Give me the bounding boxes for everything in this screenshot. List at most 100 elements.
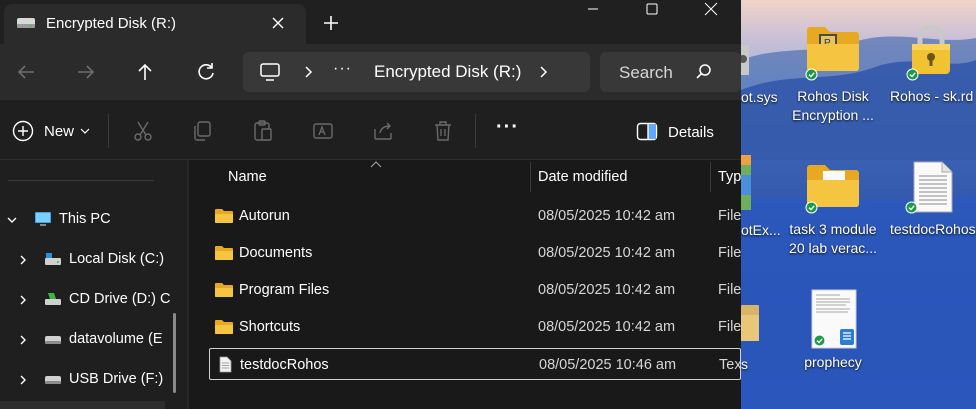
sidebar-item-label: This PC	[59, 211, 111, 227]
close-window-icon[interactable]	[688, 0, 734, 20]
desktop-icon-testdocrohos[interactable]: testdocRohos	[890, 158, 976, 238]
column-header-date[interactable]: Date modified	[531, 160, 709, 192]
new-tab-icon[interactable]	[318, 10, 344, 36]
chevron-right-icon[interactable]	[301, 64, 315, 80]
file-name: Documents	[239, 245, 313, 261]
column-header-name[interactable]: Name	[189, 160, 529, 192]
minimize-icon[interactable]	[570, 0, 616, 20]
cut-icon[interactable]	[131, 119, 155, 143]
delete-icon[interactable]	[431, 119, 455, 143]
desktop-icon-label: task 3 module	[789, 221, 877, 237]
desktop-icon-task3-module[interactable]: task 3 module 20 lab verac...	[783, 158, 883, 258]
folder-icon	[215, 320, 233, 334]
file-row-selected[interactable]: testdocRohos 08/05/2025 10:46 am Tex	[209, 348, 741, 380]
forward-arrow-icon[interactable]	[72, 58, 100, 86]
search-icon	[696, 64, 711, 79]
package-icon	[741, 155, 751, 210]
paste-icon[interactable]	[251, 119, 275, 143]
sync-status-icon	[805, 201, 818, 214]
breadcrumb-overflow[interactable]: ···	[333, 60, 352, 78]
nav-scrollbar[interactable]	[173, 313, 176, 393]
desktop-icon-label-partial[interactable]: otEx...	[741, 222, 781, 238]
sidebar-item-selected[interactable]	[0, 401, 165, 409]
file-row[interactable]: Documents 08/05/2025 10:42 am File	[209, 237, 741, 269]
column-header-type[interactable]: Typ	[711, 160, 741, 192]
toolbar-divider	[108, 114, 109, 148]
local-disk-icon	[45, 253, 61, 265]
search-box[interactable]: Search	[600, 52, 741, 92]
back-arrow-icon[interactable]	[12, 58, 40, 86]
desktop-icon-rohos-sk[interactable]: Rohos - sk.rd	[890, 20, 976, 110]
chevron-right-icon[interactable]	[18, 373, 28, 387]
sidebar-item-this-pc[interactable]: This PC	[0, 206, 170, 234]
settings-file-icon	[741, 45, 749, 75]
desktop-icon-label: testdocRohos	[890, 221, 976, 237]
text-document-icon	[219, 356, 232, 373]
command-bar: New ··· Details	[0, 100, 741, 160]
folder-icon	[215, 283, 233, 297]
file-type: File	[718, 282, 741, 298]
desktop-icon-prophecy[interactable]: prophecy	[783, 288, 883, 376]
copy-icon[interactable]	[190, 119, 214, 143]
desktop-icon-label-partial[interactable]: s	[741, 356, 748, 372]
plus-circle-icon	[12, 120, 34, 142]
file-row[interactable]: Program Files 08/05/2025 10:42 am File	[209, 274, 741, 306]
desktop-icon-label: Rohos Disk	[797, 88, 869, 104]
close-tab-icon[interactable]	[266, 11, 290, 35]
cd-drive-icon	[45, 293, 61, 305]
breadcrumb-current[interactable]: Encrypted Disk (R:)	[374, 62, 521, 82]
maximize-icon[interactable]	[629, 0, 675, 20]
file-date: 08/05/2025 10:46 am	[539, 357, 677, 373]
sidebar-item-usb-drive[interactable]: USB Drive (F:)	[0, 366, 170, 394]
file-date: 08/05/2025 10:42 am	[538, 245, 676, 261]
details-pane-button[interactable]: Details	[636, 120, 726, 144]
folder-icon	[215, 209, 233, 223]
chevron-right-icon[interactable]	[18, 253, 28, 267]
desktop: ot.sys otEx... s P Rohos Disk Encryption…	[741, 0, 976, 409]
this-pc-icon	[35, 212, 51, 226]
desktop-icon-label: Encryption ...	[792, 107, 874, 123]
file-type: Tex	[719, 357, 741, 373]
file-row[interactable]: Shortcuts 08/05/2025 10:42 am File	[209, 311, 741, 343]
more-options-button[interactable]: ···	[496, 116, 519, 139]
file-date: 08/05/2025 10:42 am	[538, 319, 676, 335]
tab-title: Encrypted Disk (R:)	[46, 15, 177, 32]
sidebar-item-cd-drive[interactable]: CD Drive (D:) C	[0, 286, 171, 314]
file-type: File	[718, 208, 741, 224]
rename-icon[interactable]	[311, 119, 335, 143]
desktop-icon-rohos-disk[interactable]: P Rohos Disk Encryption ...	[783, 20, 883, 130]
toolbar-divider	[475, 114, 476, 148]
address-bar[interactable]: ··· Encrypted Disk (R:)	[243, 52, 590, 92]
details-pane-icon	[636, 122, 658, 141]
share-icon[interactable]	[371, 119, 395, 143]
file-row[interactable]: Autorun 08/05/2025 10:42 am File	[209, 200, 741, 232]
column-header-label: Name	[228, 169, 267, 185]
desktop-icon-label: Rohos - sk.rd	[890, 88, 974, 104]
sidebar-item-local-disk[interactable]: Local Disk (C:)	[0, 246, 170, 274]
tab-encrypted-disk[interactable]: Encrypted Disk (R:)	[4, 4, 306, 44]
up-arrow-icon[interactable]	[131, 58, 159, 86]
chevron-right-icon[interactable]	[18, 333, 28, 347]
file-name: testdocRohos	[240, 357, 329, 373]
file-explorer-window: Encrypted Disk (R:) ··· Encrypted Disk (…	[0, 0, 741, 409]
desktop-icon-label: 20 lab verac...	[789, 240, 877, 256]
navigation-bar: ··· Encrypted Disk (R:) Search	[0, 44, 741, 100]
title-bar: Encrypted Disk (R:)	[0, 0, 741, 44]
chevron-right-icon[interactable]	[18, 293, 28, 307]
new-button[interactable]: New	[10, 118, 100, 144]
refresh-icon[interactable]	[192, 58, 220, 86]
file-name: Autorun	[239, 208, 290, 224]
sidebar-item-datavolume[interactable]: datavolume (E	[0, 326, 170, 354]
file-date: 08/05/2025 10:42 am	[538, 208, 676, 224]
chevron-down-icon[interactable]	[7, 213, 17, 227]
chevron-down-icon	[80, 128, 90, 134]
folder-icon	[215, 246, 233, 260]
search-placeholder[interactable]: Search	[619, 63, 673, 83]
column-header-label: Date modified	[538, 169, 628, 185]
desktop-icon-label-partial[interactable]: ot.sys	[741, 89, 778, 105]
text-document-icon	[913, 161, 953, 213]
chevron-right-icon[interactable]	[536, 64, 550, 80]
sync-status-icon	[805, 68, 818, 81]
this-pc-icon[interactable]	[259, 62, 281, 82]
file-name: Shortcuts	[239, 319, 301, 335]
